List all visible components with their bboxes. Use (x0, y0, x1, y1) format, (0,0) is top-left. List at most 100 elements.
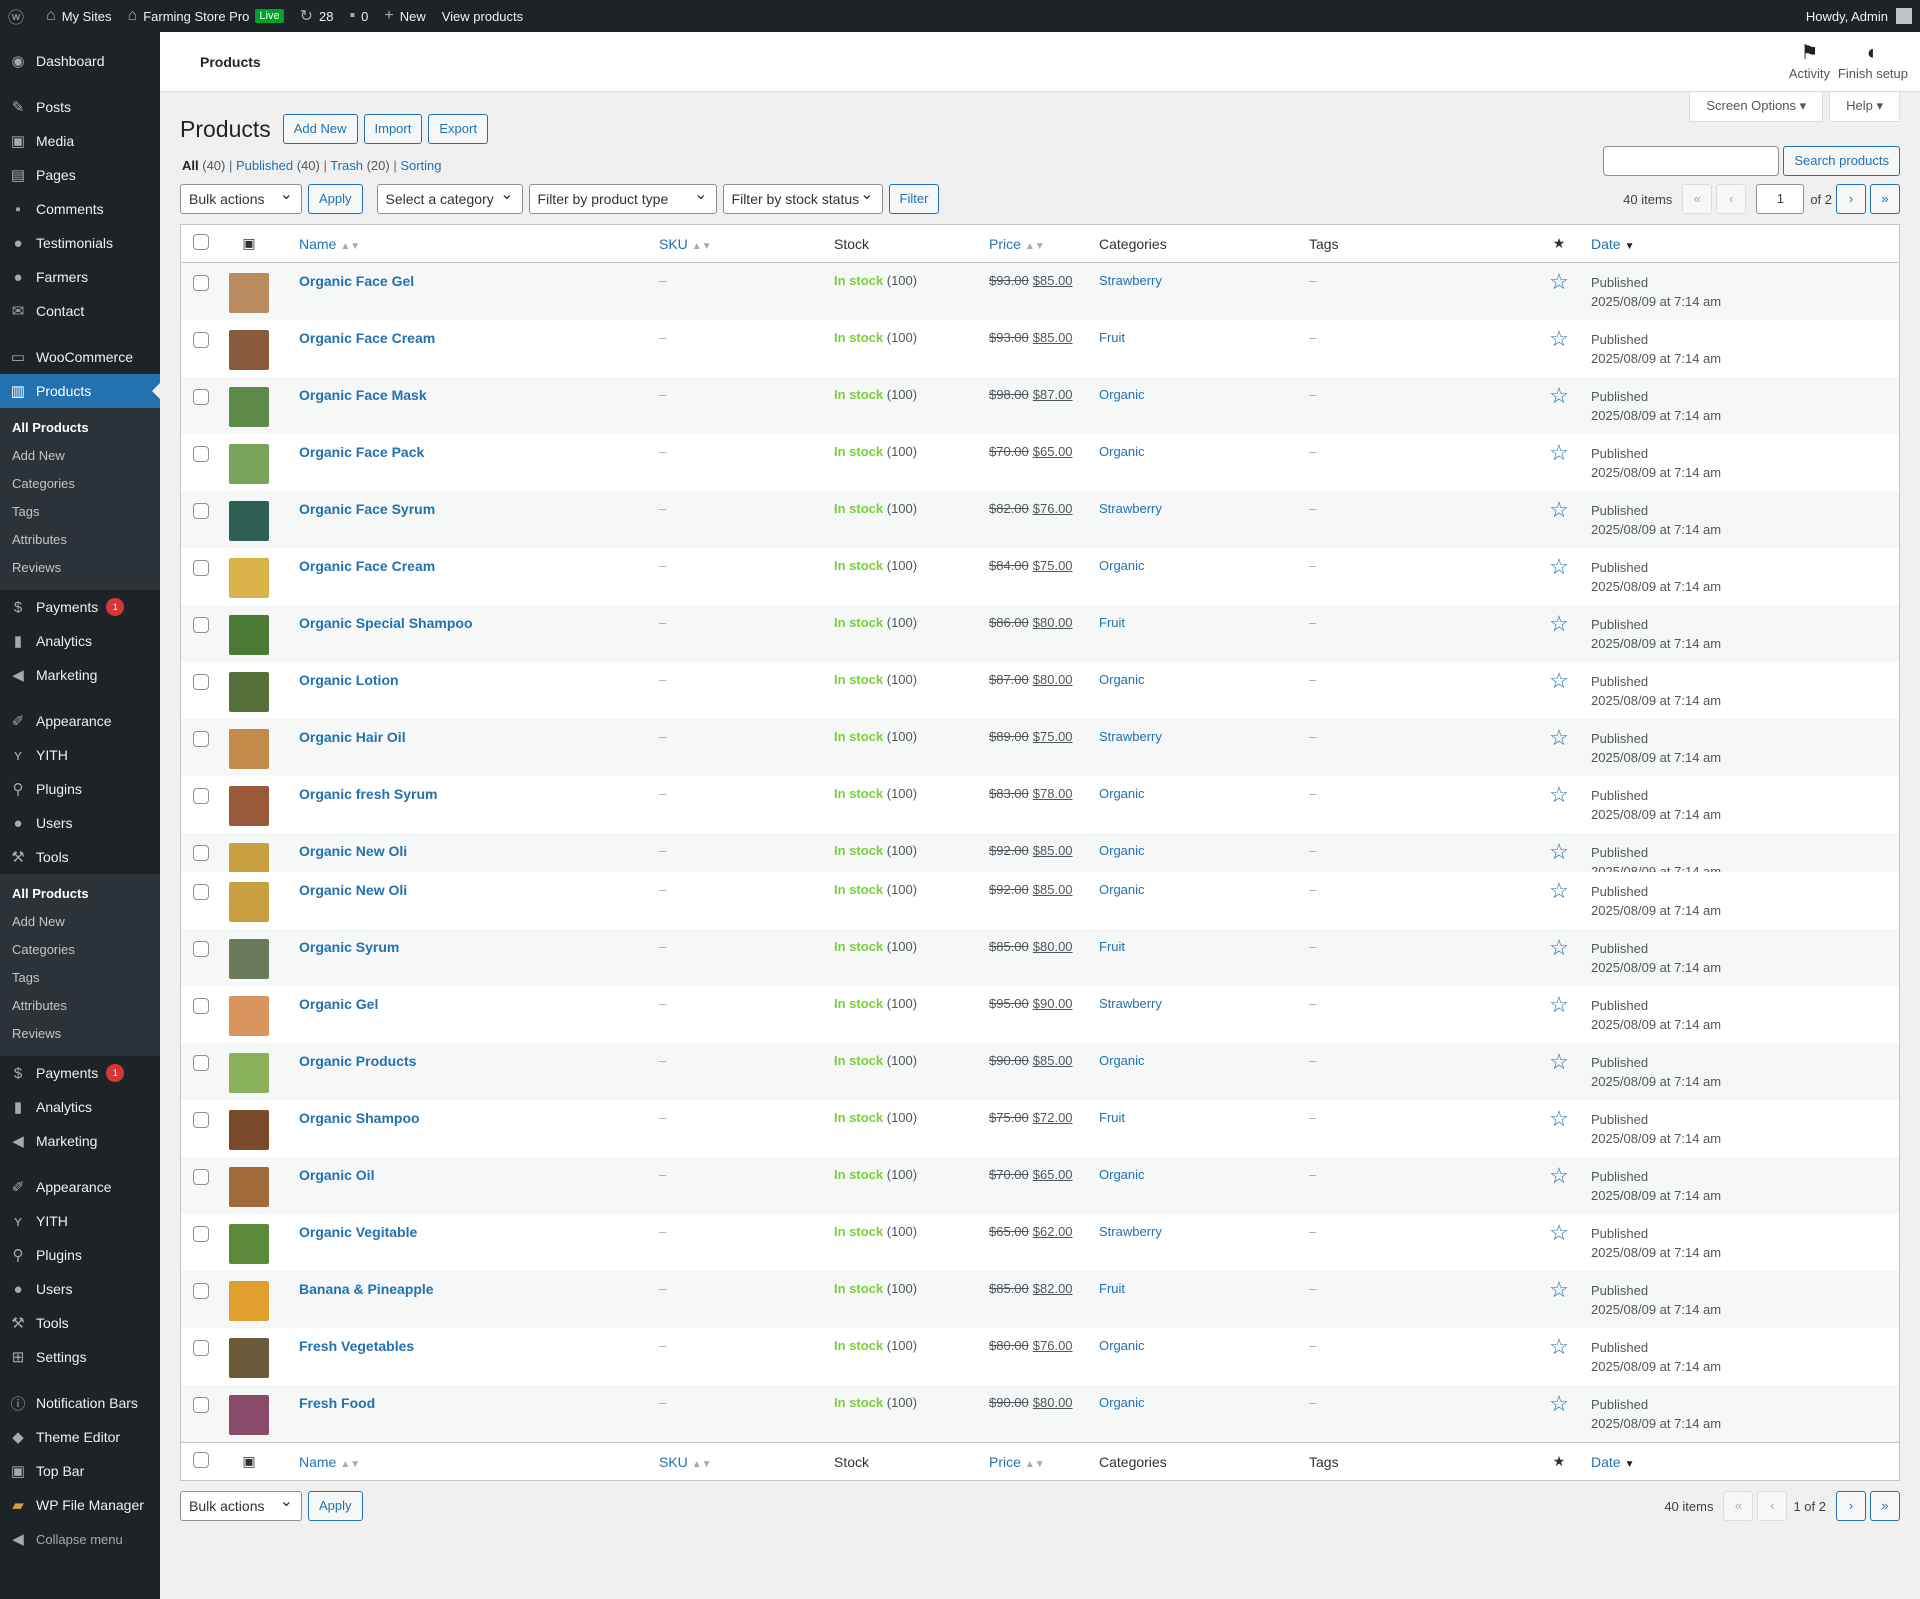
row-checkbox[interactable] (193, 1169, 209, 1185)
menu-payments[interactable]: $ Payments 1 (0, 1056, 160, 1090)
product-thumbnail[interactable] (229, 1224, 269, 1264)
product-name-link[interactable]: Organic Special Shampoo (299, 615, 473, 631)
product-name-link[interactable]: Organic Syrum (299, 939, 399, 955)
site-name-link[interactable]: ⌂ Farming Store Pro Live (120, 0, 292, 32)
menu-users[interactable]: ● Users (0, 1272, 160, 1306)
featured-star-icon[interactable]: ☆ (1549, 1106, 1569, 1131)
select-all-checkbox[interactable] (193, 1452, 209, 1468)
product-thumbnail[interactable] (229, 615, 269, 655)
menu-posts[interactable]: ✎ Posts (0, 90, 160, 124)
submenu-add-new[interactable]: Add New (0, 442, 160, 470)
category-link[interactable]: Fruit (1099, 615, 1125, 630)
first-page-button[interactable]: « (1682, 184, 1713, 214)
screen-options-button[interactable]: Screen Options ▾ (1689, 92, 1824, 122)
category-link[interactable]: Fruit (1099, 1110, 1125, 1125)
submenu-reviews[interactable]: Reviews (0, 554, 160, 582)
featured-star-icon[interactable]: ☆ (1549, 1163, 1569, 1188)
menu-marketing[interactable]: ◀ Marketing (0, 1124, 160, 1158)
featured-column-icon[interactable]: ★ (1529, 1453, 1589, 1470)
product-name-link[interactable]: Organic Face Cream (299, 330, 435, 346)
apply-button[interactable]: Apply (308, 184, 363, 214)
row-checkbox[interactable] (193, 332, 209, 348)
search-input[interactable] (1603, 146, 1780, 176)
submenu-tags[interactable]: Tags (0, 964, 160, 992)
row-checkbox[interactable] (193, 446, 209, 462)
featured-column-icon[interactable]: ★ (1529, 235, 1589, 252)
last-page-button[interactable]: » (1870, 1491, 1900, 1521)
product-thumbnail[interactable] (229, 273, 269, 313)
product-name-link[interactable]: Fresh Vegetables (299, 1338, 414, 1354)
submenu-add-new[interactable]: Add New (0, 908, 160, 936)
featured-star-icon[interactable]: ☆ (1549, 269, 1569, 294)
featured-star-icon[interactable]: ☆ (1549, 440, 1569, 465)
apply-button[interactable]: Apply (308, 1491, 363, 1521)
submenu-all-products[interactable]: All Products (0, 414, 160, 442)
name-column-header[interactable]: Name ▲▼ (279, 236, 659, 252)
product-name-link[interactable]: Organic New Oli (299, 882, 407, 898)
select-all-checkbox[interactable] (193, 234, 209, 250)
featured-star-icon[interactable]: ☆ (1549, 668, 1569, 693)
my-sites-link[interactable]: ⌂ My Sites (38, 0, 120, 32)
menu-theme-editor[interactable]: ◆ Theme Editor (0, 1420, 160, 1454)
category-select[interactable]: Select a category (376, 181, 523, 214)
featured-star-icon[interactable]: ☆ (1549, 725, 1569, 750)
featured-star-icon[interactable]: ☆ (1549, 1220, 1569, 1245)
menu-plugins[interactable]: ⚲ Plugins (0, 772, 160, 806)
submenu-categories[interactable]: Categories (0, 470, 160, 498)
menu-settings[interactable]: ⊞ Settings (0, 1340, 160, 1374)
submenu-reviews[interactable]: Reviews (0, 1020, 160, 1048)
menu-comments[interactable]: ▪ Comments (0, 192, 160, 226)
product-name-link[interactable]: Fresh Food (299, 1395, 375, 1411)
category-link[interactable]: Fruit (1099, 939, 1125, 954)
row-checkbox[interactable] (193, 1340, 209, 1356)
product-thumbnail[interactable] (229, 444, 269, 484)
view-trash[interactable]: Trash (20) (330, 158, 390, 173)
prev-page-button[interactable]: ‹ (1716, 184, 1747, 214)
menu-testimonials[interactable]: ● Testimonials (0, 226, 160, 260)
menu-marketing[interactable]: ◀ Marketing (0, 658, 160, 692)
add-new-button[interactable]: Add New (282, 114, 358, 144)
finish-setup-button[interactable]: ◐ Finish setup (1838, 40, 1908, 81)
import-button[interactable]: Import (363, 114, 423, 144)
date-column-header[interactable]: Date ▼ (1589, 1454, 1899, 1470)
featured-star-icon[interactable]: ☆ (1549, 497, 1569, 522)
row-checkbox[interactable] (193, 560, 209, 576)
sku-column-header[interactable]: SKU ▲▼ (659, 1454, 834, 1470)
product-name-link[interactable]: Organic fresh Syrum (299, 786, 438, 802)
row-checkbox[interactable] (193, 674, 209, 690)
category-link[interactable]: Organic (1099, 1053, 1145, 1068)
row-checkbox[interactable] (193, 884, 209, 900)
first-page-button[interactable]: « (1723, 1491, 1754, 1521)
menu-contact[interactable]: ✉ Contact (0, 294, 160, 328)
submenu-attributes[interactable]: Attributes (0, 526, 160, 554)
product-thumbnail[interactable] (229, 1395, 269, 1435)
product-thumbnail[interactable] (229, 996, 269, 1036)
featured-star-icon[interactable]: ☆ (1549, 611, 1569, 636)
category-link[interactable]: Strawberry (1099, 729, 1162, 744)
category-link[interactable]: Organic (1099, 843, 1145, 858)
product-type-select[interactable]: Filter by product type (528, 181, 717, 214)
product-name-link[interactable]: Organic Face Pack (299, 444, 424, 460)
price-column-header[interactable]: Price ▲▼ (989, 1454, 1099, 1470)
product-thumbnail[interactable] (229, 843, 269, 872)
product-name-link[interactable]: Organic Gel (299, 996, 378, 1012)
category-link[interactable]: Organic (1099, 558, 1145, 573)
menu-plugins[interactable]: ⚲ Plugins (0, 1238, 160, 1272)
product-name-link[interactable]: Organic Vegitable (299, 1224, 417, 1240)
menu-wp-file-manager[interactable]: ▰ WP File Manager (0, 1488, 160, 1522)
bulk-actions-select[interactable]: Bulk actions (180, 181, 302, 214)
product-name-link[interactable]: Organic Lotion (299, 672, 399, 688)
menu-pages[interactable]: ▤ Pages (0, 158, 160, 192)
featured-star-icon[interactable]: ☆ (1549, 992, 1569, 1017)
product-name-link[interactable]: Organic Face Cream (299, 558, 435, 574)
row-checkbox[interactable] (193, 1397, 209, 1413)
row-checkbox[interactable] (193, 788, 209, 804)
product-thumbnail[interactable] (229, 939, 269, 979)
category-link[interactable]: Fruit (1099, 330, 1125, 345)
menu-dashboard[interactable]: ◉ Dashboard (0, 44, 160, 78)
bulk-actions-select[interactable]: Bulk actions (180, 1488, 302, 1521)
submenu-attributes[interactable]: Attributes (0, 992, 160, 1020)
category-link[interactable]: Organic (1099, 1395, 1145, 1410)
row-checkbox[interactable] (193, 1226, 209, 1242)
view-products-link[interactable]: View products (434, 0, 531, 32)
